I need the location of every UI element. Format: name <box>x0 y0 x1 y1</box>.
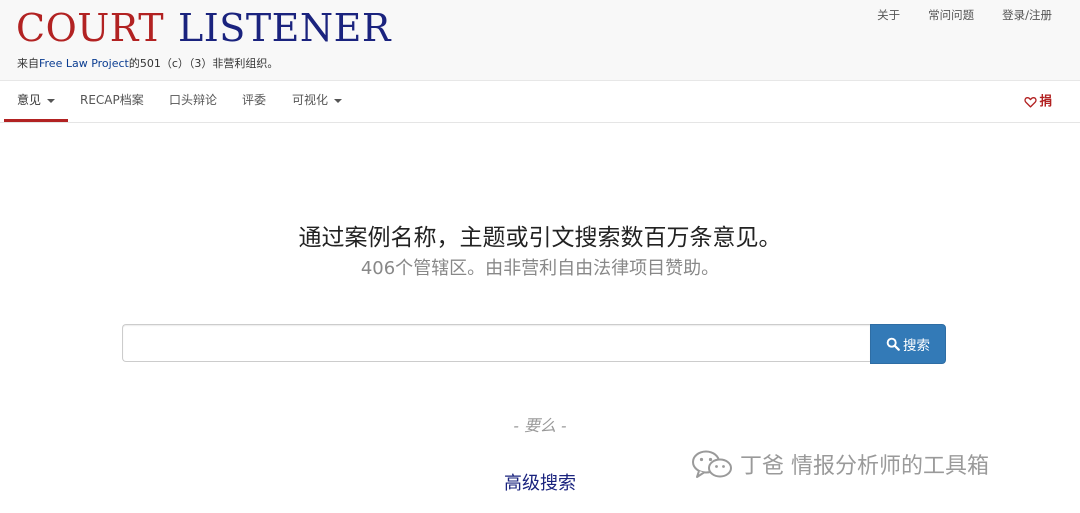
free-law-project-link[interactable]: Free Law Project <box>39 57 129 70</box>
wechat-watermark: 丁爸 情报分析师的工具箱 <box>690 448 989 480</box>
search-button[interactable]: 搜索 <box>870 324 946 364</box>
logo-word-court: COURT <box>16 6 165 50</box>
nav-visualizations[interactable]: 可视化 <box>292 81 343 120</box>
site-logo[interactable]: COURT LISTENER <box>16 4 391 52</box>
nav-recap-label: RECAP档案 <box>80 93 144 107</box>
heart-icon <box>1024 96 1038 108</box>
nav-opinions-label: 意见 <box>17 93 42 107</box>
tagline: 来自Free Law Project的501（c）（3）非营利组织。 <box>17 55 278 71</box>
hero-subtitle: 406个管辖区。由非营利自由法律项目赞助。 <box>360 258 720 279</box>
logo-word-listener: LISTENER <box>178 6 392 50</box>
nav-visualizations-label: 可视化 <box>292 93 329 107</box>
faq-link[interactable]: 常问问题 <box>928 7 974 23</box>
chevron-down-icon <box>334 98 343 103</box>
nav-judges-label: 评委 <box>242 93 267 107</box>
nav-oral-arguments-label: 口头辩论 <box>169 93 218 107</box>
tagline-prefix: 来自 <box>17 57 39 70</box>
hero-title: 通过案例名称，主题或引文搜索数百万条意见。 <box>298 225 782 251</box>
donate-button[interactable]: 捐 <box>1024 81 1052 120</box>
donate-label: 捐 <box>1039 93 1052 108</box>
wechat-icon <box>692 450 732 478</box>
about-link[interactable]: 关于 <box>877 7 900 23</box>
nav-recap-archive[interactable]: RECAP档案 <box>80 81 144 120</box>
main-nav: 意见 RECAP档案 口头辩论 评委 可视化 捐 <box>0 81 1080 123</box>
search-button-label: 搜索 <box>903 338 930 354</box>
nav-judges[interactable]: 评委 <box>242 81 266 120</box>
top-links: 关于 常问问题 登录/注册 <box>877 7 1052 23</box>
watermark-text: 丁爸 情报分析师的工具箱 <box>740 454 989 479</box>
chevron-down-icon <box>47 98 56 103</box>
site-header: COURT LISTENER 来自Free Law Project的501（c）（… <box>0 0 1080 81</box>
search-input[interactable] <box>122 324 870 362</box>
advanced-search-label: 高级搜索 <box>504 473 576 494</box>
tagline-suffix: 的501（c）（3）非营利组织。 <box>128 57 279 70</box>
search-icon <box>886 337 900 351</box>
or-divider: - 要么 - <box>513 416 567 435</box>
nav-opinions[interactable]: 意见 <box>4 81 69 122</box>
login-register-link[interactable]: 登录/注册 <box>1002 7 1052 23</box>
nav-oral-arguments[interactable]: 口头辩论 <box>169 81 217 120</box>
